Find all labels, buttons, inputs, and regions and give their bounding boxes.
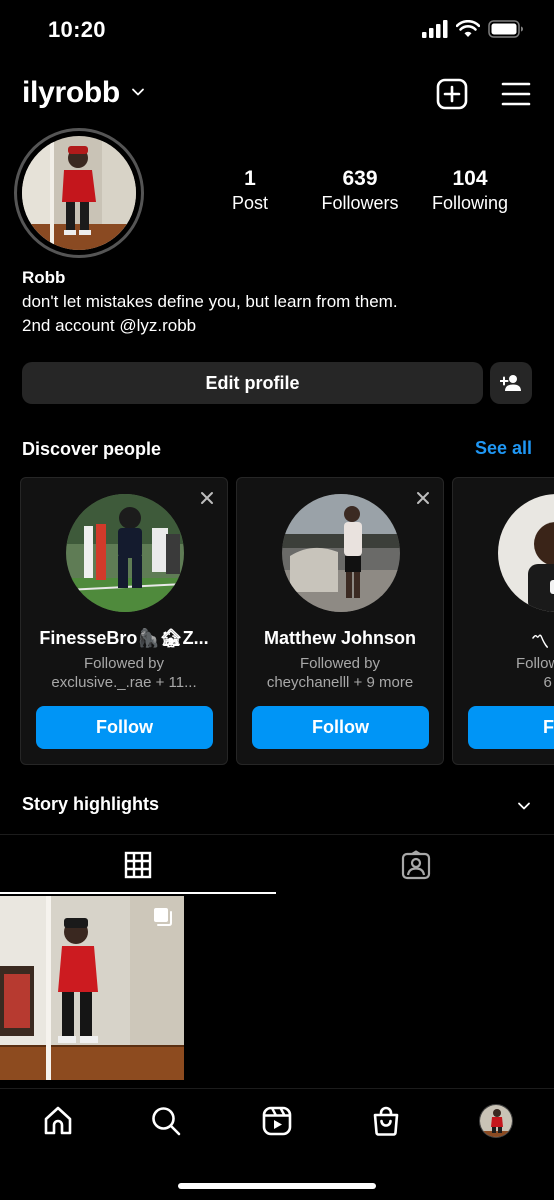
suggestion-card[interactable]: FinesseBro🦍🏚Z... Followed by exclusive._… [20, 477, 228, 765]
stat-count: 1 [244, 167, 256, 190]
suggestion-name[interactable]: Matthew Johnson [243, 628, 437, 649]
account-switcher[interactable]: ilyrobb [22, 76, 120, 110]
nav-shop[interactable] [368, 1103, 404, 1139]
display-name: Robb [22, 268, 66, 287]
shopping-bag-icon [373, 1106, 399, 1136]
create-button[interactable] [434, 76, 470, 112]
stat-label: Followers [321, 193, 399, 213]
plus-square-icon [436, 78, 468, 110]
suggestion-card[interactable]: 〽 ear Followed by 6 m Fol [452, 477, 554, 765]
battery-icon [488, 20, 523, 38]
close-icon[interactable] [199, 490, 215, 506]
chevron-down-icon[interactable] [516, 798, 532, 814]
menu-button[interactable] [498, 76, 534, 112]
mutual-followers: cheychanelll + 9 more [266, 674, 414, 691]
tab-posts-grid[interactable] [0, 836, 276, 893]
followed-by-label: Followed by [299, 655, 381, 672]
multiple-photos-icon [154, 908, 172, 926]
status-bar: 10:20 [0, 0, 554, 60]
profile-bio: Robb don't let mistakes define you, but … [22, 266, 542, 338]
stat-following[interactable]: 104 Following [415, 167, 525, 215]
nav-reels[interactable] [259, 1103, 295, 1139]
profile-header: ilyrobb [0, 72, 554, 116]
discover-people-button[interactable] [490, 362, 532, 404]
suggestion-avatar[interactable] [498, 494, 554, 612]
suggestion-name[interactable]: 〽 ear [459, 628, 554, 654]
stat-label: Following [431, 193, 509, 213]
bio-line: don't let mistakes define you, but learn… [22, 292, 398, 311]
discover-cards[interactable]: FinesseBro🦍🏚Z... Followed by exclusive._… [20, 477, 554, 765]
suggestion-avatar[interactable] [66, 494, 184, 612]
nav-search[interactable] [148, 1103, 184, 1139]
tagged-user-icon [401, 849, 431, 879]
suggestion-card[interactable]: Matthew Johnson Followed by cheychanelll… [236, 477, 444, 765]
bio-line[interactable]: 2nd account @lyz.robb [22, 314, 542, 338]
grid-icon [124, 851, 152, 878]
mutual-followers: exclusive._.rae + 11... [51, 674, 197, 691]
follow-button[interactable]: Fol [468, 706, 554, 749]
stat-count: 639 [342, 167, 378, 190]
post-thumbnail[interactable] [0, 896, 184, 1080]
profile-stats: 1 Post 639 Followers 104 Following [195, 167, 525, 215]
followed-by-label: Followed by [83, 655, 165, 672]
mutual-followers: 6 m [543, 674, 554, 691]
follow-button[interactable]: Follow [252, 706, 429, 749]
stat-posts[interactable]: 1 Post [195, 167, 305, 215]
wifi-icon [456, 20, 480, 37]
suggestion-name[interactable]: FinesseBro🦍🏚Z... [27, 628, 221, 649]
search-icon [152, 1107, 181, 1136]
divider [0, 834, 554, 835]
signal-icon [422, 20, 448, 38]
discover-people-title: Discover people [22, 439, 162, 459]
menu-icon [501, 82, 531, 106]
status-time: 10:20 [48, 17, 106, 42]
home-icon [44, 1106, 72, 1135]
stat-label: Post [231, 193, 269, 213]
chevron-down-icon[interactable] [130, 84, 146, 100]
active-tab-indicator [0, 892, 276, 894]
nav-profile[interactable] [478, 1103, 514, 1139]
suggestion-avatar[interactable] [282, 494, 400, 612]
nav-home[interactable] [40, 1103, 76, 1139]
stat-followers[interactable]: 639 Followers [305, 167, 415, 215]
follow-button[interactable]: Follow [36, 706, 213, 749]
avatar-image [22, 136, 136, 250]
stat-count: 104 [452, 167, 488, 190]
status-icons [422, 20, 524, 38]
profile-avatar[interactable] [14, 128, 144, 258]
home-indicator [178, 1183, 376, 1189]
reels-icon [262, 1106, 292, 1136]
followed-by-label: Followed by [515, 655, 554, 672]
edit-profile-button[interactable]: Edit profile [22, 362, 483, 404]
story-highlights-title[interactable]: Story highlights [22, 794, 159, 815]
close-icon[interactable] [415, 490, 431, 506]
profile-avatar-small [479, 1104, 513, 1138]
see-all-link[interactable]: See all [475, 438, 532, 459]
tab-tagged[interactable] [278, 836, 554, 893]
add-person-icon [500, 375, 521, 391]
